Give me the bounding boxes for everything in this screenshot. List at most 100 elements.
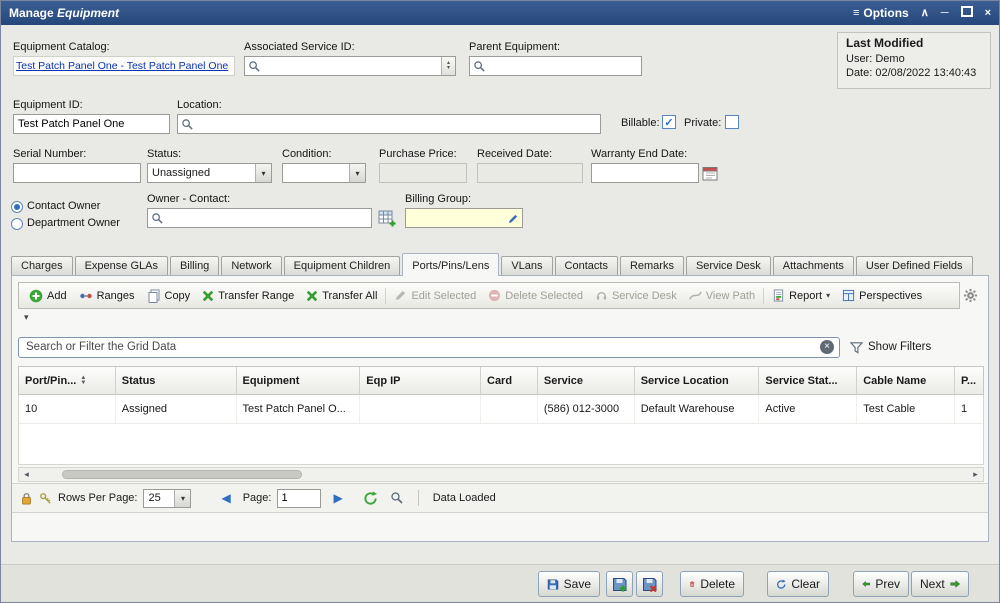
search-icon <box>181 118 194 131</box>
tab-expense-glas[interactable]: Expense GLAs <box>75 256 168 276</box>
condition-select[interactable]: ▾ <box>282 163 366 183</box>
show-filters-toggle[interactable]: Show Filters <box>850 341 931 354</box>
scrollbar-thumb[interactable] <box>62 470 302 479</box>
next-page-button[interactable]: ▶ <box>333 491 342 505</box>
maximize-button[interactable] <box>961 6 973 20</box>
grid-search-row: × Show Filters <box>18 336 982 358</box>
refresh-button[interactable] <box>363 491 378 506</box>
table-row[interactable]: 10 Assigned Test Patch Panel O... (586) … <box>19 395 983 424</box>
tab-attachments[interactable]: Attachments <box>773 256 854 276</box>
column-header-eqp-ip[interactable]: Eqp IP <box>360 367 481 394</box>
delete-button[interactable]: Delete <box>680 571 744 597</box>
cell-port-pin: 10 <box>19 395 116 423</box>
copy-button[interactable]: Copy <box>141 287 197 305</box>
tab-ports-pins-lens[interactable]: Ports/Pins/Lens <box>402 253 499 276</box>
manage-equipment-window: Manage Equipment ≡ Options ∧ ─ × Equipme… <box>0 0 1000 603</box>
page-number-input[interactable] <box>277 489 321 508</box>
column-header-port-pin[interactable]: Port/Pin... ▲▼ <box>19 367 116 394</box>
minimize-button[interactable]: ─ <box>941 8 949 19</box>
associated-service-id-input[interactable] <box>261 57 441 75</box>
associated-service-id-label: Associated Service ID: <box>244 41 355 53</box>
add-button[interactable]: Add <box>23 287 73 305</box>
parent-equipment-input[interactable] <box>486 57 641 75</box>
billable-checkbox[interactable]: ✓ <box>662 115 676 129</box>
billing-group-input[interactable] <box>406 209 505 227</box>
prev-button[interactable]: Prev <box>853 571 909 597</box>
calendar-icon[interactable] <box>702 165 718 181</box>
key-icon[interactable] <box>39 492 52 505</box>
service-id-spinner[interactable]: ▴ ▾ <box>441 57 455 75</box>
transfer-all-button[interactable]: Transfer All <box>300 288 383 304</box>
save-and-new-button[interactable] <box>606 571 633 597</box>
tab-vlans[interactable]: VLans <box>501 256 552 276</box>
window-title: Manage Equipment <box>9 6 119 20</box>
private-label: Private: <box>684 117 721 129</box>
edit-selected-button: Edit Selected <box>388 287 482 304</box>
column-header-service-location[interactable]: Service Location <box>635 367 760 394</box>
grid-settings-button[interactable] <box>963 288 978 303</box>
grid-footer: Rows Per Page: 25 ▾ ◀ Page: ▶ Data Loade… <box>12 483 988 513</box>
tab-equipment-children[interactable]: Equipment Children <box>284 256 401 276</box>
column-header-card[interactable]: Card <box>481 367 538 394</box>
save-button[interactable]: Save <box>538 571 600 597</box>
warranty-end-date-input[interactable] <box>591 163 699 183</box>
lock-icon[interactable] <box>20 492 33 505</box>
collapse-button[interactable]: ∧ <box>921 8 929 19</box>
check-icon: ✓ <box>664 116 673 129</box>
column-header-equipment[interactable]: Equipment <box>237 367 361 394</box>
status-select[interactable]: Unassigned ▾ <box>147 163 272 183</box>
scroll-right-button[interactable]: ▸ <box>968 469 983 480</box>
department-owner-radio[interactable] <box>11 218 23 230</box>
cell-eqp-ip <box>360 395 481 423</box>
tab-billing[interactable]: Billing <box>170 256 219 276</box>
cell-status: Assigned <box>116 395 237 423</box>
grid-search-input[interactable] <box>24 340 820 354</box>
clear-search-button[interactable]: × <box>820 340 834 354</box>
tab-network[interactable]: Network <box>221 256 281 276</box>
purchase-price-label: Purchase Price: <box>379 148 457 160</box>
tab-contacts[interactable]: Contacts <box>555 256 618 276</box>
transfer-range-icon <box>202 290 214 302</box>
equipment-id-input[interactable] <box>13 114 170 134</box>
ranges-button[interactable]: Ranges <box>73 287 141 305</box>
tab-user-defined-fields[interactable]: User Defined Fields <box>856 256 973 276</box>
page-label: Page: <box>243 492 272 504</box>
tab-service-desk[interactable]: Service Desk <box>686 256 771 276</box>
transfer-range-button[interactable]: Transfer Range <box>196 288 300 304</box>
rows-per-page-select[interactable]: 25 ▾ <box>143 489 191 508</box>
options-button[interactable]: ≡ Options <box>853 6 909 20</box>
toolbar-overflow-button[interactable]: ▾ <box>24 312 29 323</box>
edit-pencil-icon[interactable] <box>508 213 519 224</box>
contact-owner-radio[interactable] <box>11 201 23 213</box>
ports-pins-lens-panel: Add Ranges Copy Transfer Range Transfer … <box>11 275 989 542</box>
column-header-status[interactable]: Status <box>116 367 237 394</box>
column-header-p[interactable]: P... <box>955 367 983 394</box>
column-header-cable-name[interactable]: Cable Name <box>857 367 955 394</box>
tab-remarks[interactable]: Remarks <box>620 256 684 276</box>
close-button[interactable]: × <box>985 8 991 19</box>
report-button[interactable]: Report ▾ <box>766 287 836 304</box>
column-header-service-status[interactable]: Service Stat... <box>759 367 857 394</box>
owner-contact-input[interactable] <box>164 209 371 227</box>
serial-number-input[interactable] <box>13 163 141 183</box>
received-date-label: Received Date: <box>477 148 552 160</box>
previous-page-button[interactable]: ◀ <box>221 491 230 505</box>
next-button[interactable]: Next <box>911 571 969 597</box>
private-checkbox[interactable] <box>725 115 739 129</box>
equipment-catalog-link[interactable]: Test Patch Panel One - Test Patch Panel … <box>16 60 228 72</box>
received-date-input <box>477 163 583 183</box>
search-icon <box>151 212 164 225</box>
perspectives-icon <box>842 289 855 302</box>
clear-button[interactable]: Clear <box>767 571 829 597</box>
save-and-close-button[interactable] <box>636 571 663 597</box>
tab-charges[interactable]: Charges <box>11 256 73 276</box>
window-title-emphasis: Equipment <box>57 6 119 20</box>
add-contact-grid-icon[interactable] <box>378 209 396 227</box>
column-header-service[interactable]: Service <box>538 367 635 394</box>
delete-selected-button: Delete Selected <box>482 287 589 304</box>
location-input[interactable] <box>194 115 600 133</box>
gear-icon <box>963 288 978 303</box>
perspectives-button[interactable]: Perspectives <box>836 287 928 304</box>
scroll-left-button[interactable]: ◂ <box>19 469 34 480</box>
lookup-icon[interactable] <box>390 491 404 505</box>
